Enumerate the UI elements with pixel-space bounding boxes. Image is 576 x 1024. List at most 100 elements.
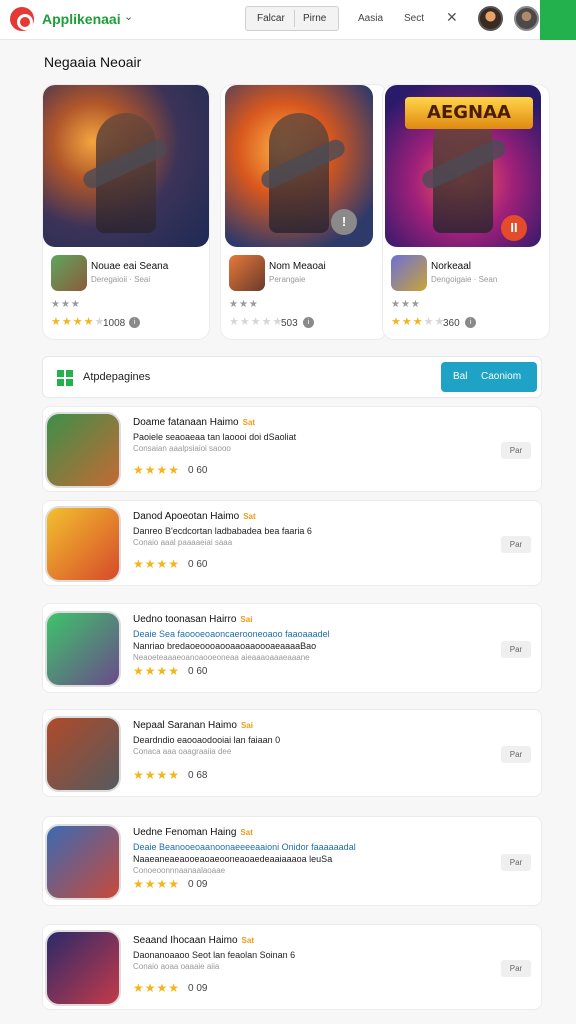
pages-button-left-label: Bal — [453, 371, 468, 382]
featured-name: Norkeaal — [431, 261, 472, 272]
item-description-line: Paoiele seaoaeaa tan laoooi doi dSaoliat — [133, 432, 297, 442]
star-icon: ★ — [229, 316, 240, 328]
rating-count: 503 — [281, 318, 298, 329]
item-description-line: Daonanoaaoo Seot lan feaolan Soinan 6 — [133, 950, 296, 960]
item-description-line: Deardndio eaooaodooiai lan faiaan 0 — [133, 735, 281, 745]
brand-name[interactable]: Applikenaai — [42, 11, 121, 27]
featured-name: Nom Meaoai — [269, 261, 326, 272]
rating-count: 0 60 — [188, 465, 208, 476]
item-description-line: Consaian aaalpsiaioi saooo — [133, 444, 231, 453]
rating-count: 0 09 — [188, 879, 208, 890]
featured-card[interactable]: Nouae eai Seana Deregaioii · Seai ★★★ ★★… — [42, 84, 210, 340]
segment-divider — [294, 10, 295, 27]
app-icon — [45, 930, 121, 1006]
featured-card[interactable]: AEGNAA II Norkeaal Dengoigaie · Sean ★★★… — [382, 84, 550, 340]
item-title: Doame fatanaan Haimo Sat — [133, 417, 256, 428]
avatar-secondary[interactable] — [514, 6, 539, 31]
segment-pirne[interactable]: Pirne — [303, 13, 326, 24]
item-description-line: Conaio aoaa oaaaie aiia — [133, 962, 220, 971]
install-button[interactable]: Par — [501, 641, 531, 658]
close-icon[interactable]: ✕ — [446, 9, 458, 26]
rating-count: 0 60 — [188, 666, 208, 677]
star-row-grey: ★★★ — [51, 299, 81, 310]
install-button[interactable]: Par — [501, 960, 531, 977]
star-icon: ★ — [401, 316, 413, 328]
install-button[interactable]: Par — [501, 442, 531, 459]
item-title: Seaand Ihocaan Haimo Sat — [133, 935, 254, 946]
star-icon: ★ — [250, 316, 262, 328]
app-icon — [45, 412, 121, 488]
star-icon: ★ — [51, 316, 62, 328]
install-button[interactable]: Par — [501, 536, 531, 553]
segment-falcar[interactable]: Falcar — [257, 13, 285, 24]
app-icon — [45, 506, 121, 582]
item-tag: Sai — [240, 721, 253, 730]
star-icon: ★ — [391, 316, 402, 328]
rating-count: 0 60 — [188, 559, 208, 570]
list-item[interactable]: Doame fatanaan Haimo Sat Paoiele seaoaeaa … — [42, 406, 542, 492]
featured-subtitle: Deregaioii · Seai — [91, 275, 151, 284]
segmented-control: Falcar Pirne — [245, 6, 339, 31]
install-button[interactable]: Par — [501, 854, 531, 871]
item-title: Danod Apoeotan Haimo Sat — [133, 511, 256, 522]
info-icon[interactable]: i — [129, 317, 140, 328]
app-icon — [45, 611, 121, 687]
app-icon — [45, 716, 121, 792]
info-icon[interactable]: i — [465, 317, 476, 328]
featured-subtitle: Perangaie — [269, 275, 306, 284]
item-description-line: Conoeoonnnaanaalaoaae — [133, 866, 226, 875]
nav-link-sect[interactable]: Sect — [404, 13, 424, 24]
item-tag: Sat — [240, 828, 253, 837]
app-logo-icon[interactable] — [10, 7, 34, 31]
item-description-line: Conaio aaal paaaaeiai saaa — [133, 538, 233, 547]
install-button[interactable]: Par — [501, 746, 531, 763]
item-description-line: Nanriao bredaoeoooaooaaoaaoooaeaaaaBao — [133, 641, 317, 651]
pages-label: Atpdepagines — [83, 371, 151, 383]
item-description-line: Naaeaneaeaooeaoaeooneaoaedeaaiaaaoa leuS… — [133, 854, 333, 864]
star-rating: ★★★★ — [133, 981, 181, 995]
star-rating: ★★★★★ — [391, 315, 445, 328]
star-icon: ★ — [261, 316, 273, 328]
pause-icon[interactable]: II — [501, 215, 527, 241]
item-description-line: Deaie Beanooeoaanoonaeeeeaaioni Onidor f… — [133, 842, 356, 852]
list-item[interactable]: Seaand Ihocaan Haimo Sat Daonanoaaoo Seot … — [42, 924, 542, 1010]
star-icon: ★ — [239, 316, 251, 328]
alert-icon[interactable]: ! — [331, 209, 357, 235]
star-icon: ★ — [61, 316, 73, 328]
pages-action-button[interactable]: Bal Caoniom — [441, 362, 537, 392]
star-rating: ★★★★★ — [229, 315, 283, 328]
star-rating: ★★★★ — [133, 768, 181, 782]
star-row-grey: ★★★ — [229, 299, 259, 310]
list-item[interactable]: Uedno toonasan Hairro Sai Deaie Sea faoooe… — [42, 603, 542, 693]
app-icon — [391, 255, 427, 291]
star-row-grey: ★★★ — [391, 299, 421, 310]
item-title: Uedno toonasan Hairro Sai — [133, 614, 253, 625]
list-item[interactable]: Uedne Fenoman Haing Sat Deaie Beanooeoaano… — [42, 816, 542, 906]
game-logo-banner: AEGNAA — [405, 97, 533, 129]
info-icon[interactable]: i — [303, 317, 314, 328]
avatar[interactable] — [478, 6, 503, 31]
item-title: Nepaal Saranan Haimo Sai — [133, 720, 253, 731]
star-rating: ★★★★ — [133, 463, 181, 477]
rating-count: 0 68 — [188, 770, 208, 781]
item-tag: Sat — [242, 418, 256, 427]
list-item[interactable]: Danod Apoeotan Haimo Sat Danreo B'ecdcorta… — [42, 500, 542, 586]
nav-link-aasia[interactable]: Aasia — [358, 13, 383, 24]
chevron-down-icon[interactable]: ⌄ — [124, 10, 133, 23]
rating-count: 360 — [443, 318, 460, 329]
pages-button-right-label: Caoniom — [481, 371, 522, 382]
accent-strip — [540, 0, 576, 40]
featured-subtitle: Dengoigaie · Sean — [431, 275, 498, 284]
list-item[interactable]: Nepaal Saranan Haimo Sai Deardndio eaooaod… — [42, 709, 542, 797]
item-title: Uedne Fenoman Haing Sat — [133, 827, 253, 838]
star-rating: ★★★★ — [133, 557, 181, 571]
item-description-line: Neaoeteaaaeoanoaooeoneaa aieaaaoaaaeaaan… — [133, 653, 310, 662]
rating-count: 0 09 — [188, 983, 208, 994]
item-tag: Sai — [240, 615, 253, 624]
item-tag: Sat — [243, 512, 256, 521]
rating-count: 1008 — [103, 318, 126, 329]
section-title: Negaaia Neoair — [44, 54, 142, 70]
featured-card[interactable]: ! Nom Meaoai Perangaie ★★★ ★★★★★ 503 i — [220, 84, 388, 340]
star-icon: ★ — [412, 316, 424, 328]
star-rating: ★★★★★ — [51, 315, 105, 328]
